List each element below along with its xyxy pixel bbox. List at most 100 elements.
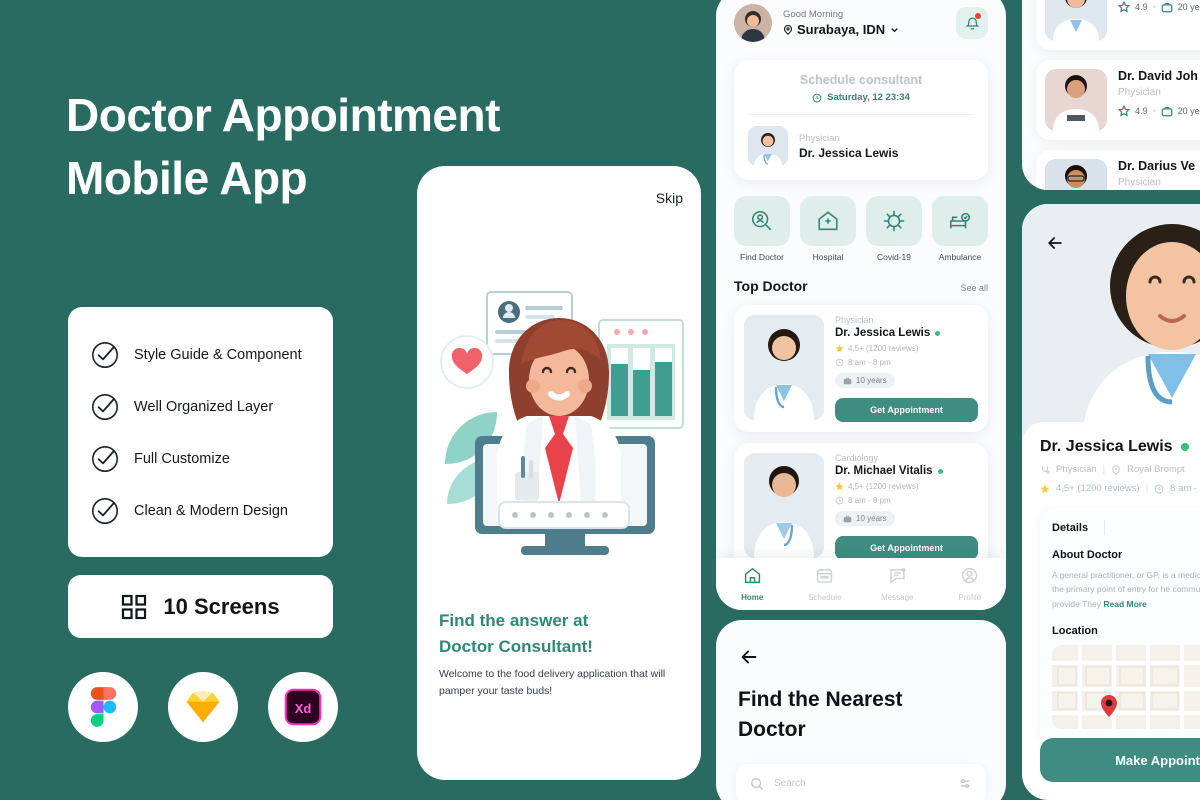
read-more-link[interactable]: Read More [1103,599,1146,609]
search-icon [751,777,764,790]
doctor-photo [748,126,788,166]
doctor-detail-body: Dr. Jessica Lewis Physician | Royal Brom… [1022,422,1200,744]
briefcase-icon [1161,106,1172,117]
feature-label: Full Customize [134,451,230,467]
clock-icon [812,93,822,102]
doctor-hours: 8 am - 8 pm [848,358,891,367]
search-bar[interactable]: Search [736,763,986,800]
location-selector[interactable]: Surabaya, IDN [783,22,956,37]
list-item: Clean & Modern Design [68,485,333,537]
about-text: A general practitioner, or GP, is a medi… [1052,568,1200,611]
doctor-hours-row: 8 am - 8 pm [835,358,978,367]
nav-item-message[interactable]: Message [861,566,934,602]
find-nearest-doctor-screen: Find the Nearest Doctor Search [716,620,1006,800]
doctor-hours: 8 am - 8 pm [848,496,891,505]
onboarding-subtitle: Welcome to the food delivery application… [439,668,666,697]
promo-stage: Doctor Appointment Mobile App Style Guid… [0,0,1200,800]
category-row: Find Doctor Hospital Covid-19 Ambulance [716,180,1006,262]
see-all-link[interactable]: See all [960,283,988,293]
category-hospital[interactable]: Hospital [800,196,856,262]
briefcase-icon [1161,2,1172,13]
experience-badge: 10 years [835,373,895,388]
star-icon [1040,484,1050,493]
doctor-card[interactable]: Cardiology Dr. Michael Vitalis 4,5+ (120… [734,443,988,570]
doctor-illustration [417,276,701,566]
skip-button[interactable]: Skip [656,190,683,206]
experience-badge: 10 years [835,511,895,526]
sketch-icon [168,672,238,742]
doctor-role: Physician [1118,87,1161,98]
doctor-role: Physician [1118,177,1161,188]
nav-item-profile[interactable]: Profile [934,566,1007,602]
clock-icon [1154,484,1164,493]
search-input[interactable]: Search [774,778,949,789]
experience-label: 10 years [856,376,887,385]
feature-list-card: Style Guide & Component Well Organized L… [68,307,333,557]
get-appointment-button[interactable]: Get Appointment [835,536,978,560]
doctor-specialty: Physician [835,315,874,325]
list-item: Style Guide & Component [68,329,333,381]
nav-item-home[interactable]: Home [716,566,789,602]
make-appointment-button[interactable]: Make Appointment [1040,738,1200,782]
greeting-text: Good Morning [783,9,844,20]
doctor-info: Dr. Darius Ve Physician [1118,159,1195,190]
doctor-experience: 20 ye [1177,2,1200,12]
avatar[interactable] [734,4,772,42]
detail-tabs: Details [1052,520,1200,535]
briefcase-icon [843,377,852,385]
pin-icon [783,24,793,35]
get-appointment-button[interactable]: Get Appointment [835,398,978,422]
schedule-consultant-card[interactable]: Schedule consultant Saturday, 12 23:34 P… [734,60,988,180]
location-map[interactable] [1052,645,1200,730]
doctor-photo [1045,159,1107,190]
tab-separator [1104,520,1106,535]
arrow-left-icon [741,650,757,664]
schedule-time-row: Saturday, 12 23:34 [748,92,974,103]
doctor-name: Dr. Michael Vitalis [835,465,978,477]
category-covid[interactable]: Covid-19 [866,196,922,262]
profile-icon [962,567,978,584]
doctor-info: Dr. David Joh Physician 4.9 • 20 ye [1118,69,1200,131]
category-find-doctor[interactable]: Find Doctor [734,196,790,262]
onboarding-screen: Skip Find the answer at Doctor Consultan… [417,166,701,780]
feature-label: Clean & Modern Design [134,503,288,519]
filter-icon [960,779,970,789]
star-icon [1118,105,1130,117]
calendar-icon [817,568,833,583]
list-item: Well Organized Layer [68,381,333,433]
separator: | [1102,464,1106,475]
doctor-experience: 20 ye [1177,106,1200,116]
schedule-time: Saturday, 12 23:34 [827,92,910,103]
greeting-block: Good Morning Surabaya, IDN [783,9,956,37]
figma-icon [68,672,138,742]
adobe-xd-icon: Xd [268,672,338,742]
doctor-detail-card: Details About Doctor A general practitio… [1040,508,1200,744]
back-button[interactable] [738,646,1006,673]
doctor-name: Dr. Jessica Lewis [1040,438,1200,456]
tool-logos: Xd [68,672,338,742]
category-label: Find Doctor [740,252,784,262]
online-status-dot [937,468,943,474]
doctor-card[interactable]: Physician Dr. Jessica Lewis 4,5+ (1200 r… [734,305,988,432]
schedule-heading: Schedule consultant [799,73,923,87]
section-title: Top Doctor [734,278,808,294]
virus-icon [866,196,922,246]
message-icon [890,567,906,584]
list-item[interactable]: Dr. David Joh Physician 4.9 • 20 ye [1036,60,1200,140]
doctor-name: Dr. David Joh [1118,69,1198,83]
ambulance-icon [932,196,988,246]
onboarding-title: Find the answer at Doctor Consultant! [439,608,689,661]
arrow-left-icon [1048,237,1062,249]
list-item[interactable]: Physician 4.9 • 20 ye [1036,0,1200,50]
doctor-meta: 4.9 • 20 ye [1118,105,1200,117]
check-circle-icon [90,392,120,422]
bottom-navigation: Home Schedule Message Profile [716,558,1006,610]
tab-details[interactable]: Details [1052,522,1088,534]
category-ambulance[interactable]: Ambulance [932,196,988,262]
star-icon [835,482,844,491]
back-button[interactable] [1042,230,1068,256]
nav-item-schedule[interactable]: Schedule [789,566,862,602]
notification-button[interactable] [956,7,988,39]
list-item[interactable]: Dr. Darius Ve Physician [1036,150,1200,190]
doctor-name-text: Dr. Jessica Lewis [1040,438,1173,455]
